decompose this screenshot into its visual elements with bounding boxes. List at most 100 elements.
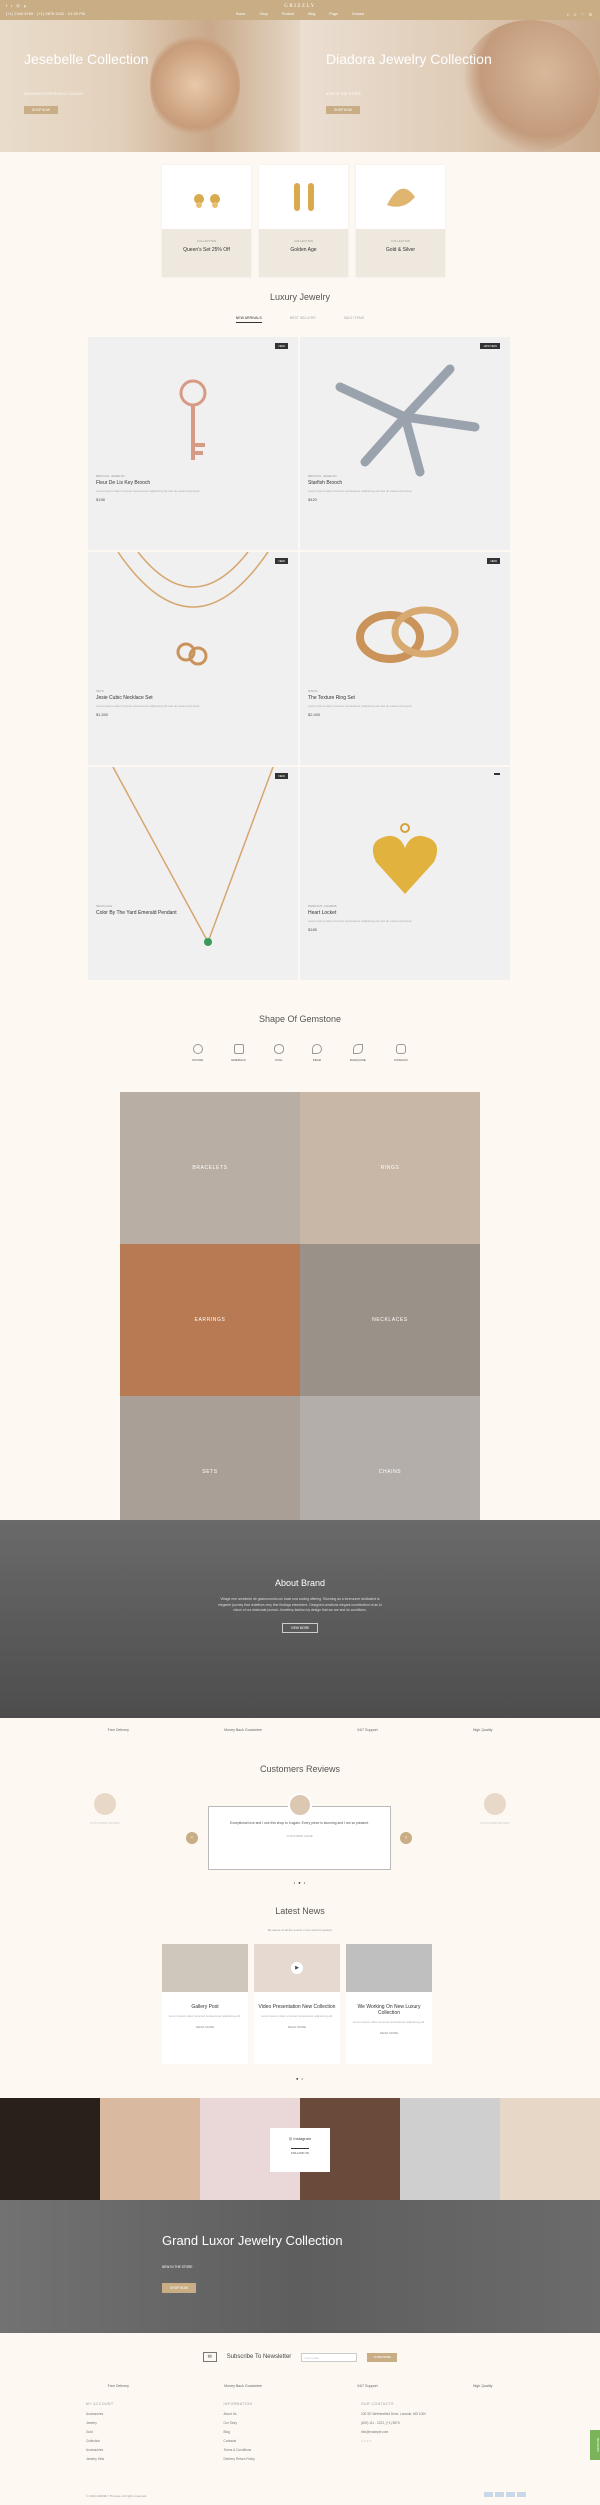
category-card[interactable]: COLLECTION Gold & Silver <box>356 165 445 277</box>
carousel-dots[interactable]: ● • <box>0 2076 600 2081</box>
product-tabs: NEW ARRIVALS BEST SELLERS SALE ITEMS <box>0 316 600 323</box>
tab-best-sellers[interactable]: BEST SELLERS <box>290 316 316 323</box>
category-title: Queen's Set 25% Off <box>183 247 230 253</box>
footer-link[interactable]: Accessories <box>86 2412 224 2416</box>
product-card[interactable]: NEW RINGS The Texture Ring Set Lorem ips… <box>300 552 510 765</box>
news-post[interactable]: ▶ Video Presentation New Collection Lore… <box>254 1944 340 2064</box>
footer-link[interactable]: Contacts <box>224 2439 362 2443</box>
product-card[interactable]: NEW NECKLACE Color By The Yard Emerald P… <box>88 767 298 980</box>
read-more-link[interactable]: READ MORE <box>162 2025 248 2029</box>
search-icon[interactable]: ⌕ <box>567 12 569 17</box>
shape-emerald[interactable]: EMERALD <box>231 1044 246 1062</box>
hero-shop-button[interactable]: SHOP NOW <box>24 106 58 114</box>
product-card[interactable]: -20% NEW BROOCH, JEWELRY Starfish Brooch… <box>300 337 510 550</box>
banner-shop-button[interactable]: SHOP NOW <box>162 2283 196 2293</box>
insta-photo[interactable] <box>500 2098 600 2200</box>
post-title[interactable]: Video Presentation New Collection <box>254 2004 340 2010</box>
product-price: $185 <box>308 927 317 932</box>
product-card[interactable]: NEW BROOCH, JEWELRY Fleur De Lis Key Bro… <box>88 337 298 550</box>
subscribe-button[interactable]: SUBSCRIBE <box>367 2352 398 2362</box>
news-post[interactable]: Gallery Post Lorem ipsum dolor sit amet … <box>162 1944 248 2064</box>
footer-link[interactable]: Delivery Return Policy <box>224 2457 362 2461</box>
category-title: Gold & Silver <box>385 247 416 253</box>
hero-shop-button[interactable]: SHOP NOW <box>326 106 360 114</box>
ring-image <box>356 165 445 229</box>
footer-link[interactable]: Terms & Conditions <box>224 2448 362 2452</box>
nav-home[interactable]: Home <box>236 12 246 16</box>
read-more-link[interactable]: READ MORE <box>254 2025 340 2029</box>
footer-link[interactable]: Gold <box>86 2430 224 2434</box>
hero-title: Jesebelle Collection <box>24 51 149 67</box>
category-card[interactable]: COLLECTION Queen's Set 25% Off <box>162 165 251 277</box>
insta-photo[interactable] <box>100 2098 200 2200</box>
model-image <box>460 20 600 152</box>
footer-link[interactable]: Jewelry <box>86 2421 224 2425</box>
prev-arrow-icon[interactable]: ‹ <box>186 1832 198 1844</box>
instagram-box[interactable]: ◎ Instagram FOLLOW US <box>270 2128 330 2172</box>
heart-icon[interactable]: ♡ <box>581 12 585 17</box>
shape-cushion[interactable]: CUSHION <box>394 1044 408 1062</box>
email-field[interactable]: Your email <box>301 2352 358 2362</box>
product-name[interactable]: Color By The Yard Emerald Pendant <box>96 910 290 916</box>
insta-photo[interactable] <box>400 2098 500 2200</box>
mosaic-tile[interactable]: EARRINGS <box>120 1244 300 1396</box>
products-title: Luxury Jewelry <box>269 292 331 302</box>
product-name[interactable]: Starfish Brooch <box>308 480 502 486</box>
category-card[interactable]: COLLECTION Golden Age <box>259 165 348 277</box>
category-cards: COLLECTION Queen's Set 25% Off COLLECTION… <box>162 165 445 277</box>
hero-subtitle: NEW IN THE STORE <box>326 92 362 96</box>
insta-photo[interactable] <box>0 2098 100 2200</box>
follow-link[interactable]: FOLLOW US <box>291 2148 309 2155</box>
mosaic-tile[interactable]: NECKLACES <box>300 1244 480 1396</box>
emerald-pendant-image <box>112 767 274 946</box>
product-name[interactable]: Fleur De Lis Key Brooch <box>96 480 290 486</box>
reviews-tab[interactable]: REVIEWS <box>590 2430 600 2460</box>
tab-new-arrivals[interactable]: NEW ARRIVALS <box>235 316 262 323</box>
nav-page[interactable]: Page <box>329 12 337 16</box>
footer-link[interactable]: About Us <box>224 2412 362 2416</box>
pinterest-icon[interactable]: ○ <box>369 2439 371 2443</box>
product-price: $2,400 <box>308 712 321 717</box>
user-icon[interactable]: ☺ <box>573 12 577 17</box>
product-name[interactable]: Jesie Cubic Necklace Set <box>96 695 290 701</box>
post-title[interactable]: We Working On New Luxury Collection <box>346 2004 432 2016</box>
product-card[interactable]: NEW SETS Jesie Cubic Necklace Set Lorem … <box>88 552 298 765</box>
next-arrow-icon[interactable]: › <box>400 1832 412 1844</box>
news-post[interactable]: We Working On New Luxury Collection Lore… <box>346 1944 432 2064</box>
footer-link[interactable]: Our Story <box>224 2421 362 2425</box>
product-name[interactable]: The Texture Ring Set <box>308 695 502 701</box>
shape-pear[interactable]: PEAR <box>311 1044 322 1062</box>
carousel-dots[interactable]: • ● • <box>0 1880 600 1885</box>
feature-item: High Quality <box>472 1728 493 1732</box>
hero-right[interactable]: Diadora Jewelry Collection NEW IN THE ST… <box>300 20 600 152</box>
play-icon[interactable]: ▶ <box>291 1962 303 1974</box>
feature-item: Money Back Guarantee <box>224 2384 262 2388</box>
shape-oval[interactable]: OVAL <box>273 1044 284 1062</box>
nav-product[interactable]: Product <box>282 12 294 16</box>
product-name[interactable]: Heart Locket <box>308 910 502 916</box>
cart-icon[interactable]: ⊡ <box>589 12 592 17</box>
product-card[interactable]: PENDANT, CHARMS Heart Locket Lorem ipsum… <box>300 767 510 980</box>
footer-link[interactable]: Blog <box>224 2430 362 2434</box>
nav-contact[interactable]: Contact <box>352 12 364 16</box>
avatar <box>94 1793 116 1815</box>
shape-marquise[interactable]: MARQUISE <box>350 1044 366 1062</box>
shape-round[interactable]: ROUND <box>192 1044 203 1062</box>
tab-sale-items[interactable]: SALE ITEMS <box>344 316 365 323</box>
view-more-button[interactable]: VIEW MORE <box>281 1622 319 1633</box>
footer-link[interactable]: Jewelry Sets <box>86 2457 224 2461</box>
footer-link[interactable]: Accessories <box>86 2448 224 2452</box>
post-title[interactable]: Gallery Post <box>162 2004 248 2010</box>
footer-social-icons: ○ ○ ○ ○ <box>361 2439 526 2443</box>
nav-blog[interactable]: Blog <box>308 12 315 16</box>
hero-left[interactable]: Jesebelle Collection DESIGNED EXPERIENCE… <box>0 20 300 152</box>
footer-link[interactable]: Collection <box>86 2439 224 2443</box>
nav-shop[interactable]: Shop <box>259 12 267 16</box>
banner-title: Grand Luxor Jewelry Collection <box>162 2233 343 2248</box>
mosaic-tile[interactable]: BRACELETS <box>120 1092 300 1244</box>
footer-email[interactable]: info@example.com <box>361 2430 526 2434</box>
site-logo[interactable]: GRIZZLY <box>0 4 600 9</box>
product-desc: Lorem ipsum dolor sit amet consectetur a… <box>308 919 413 923</box>
mosaic-tile[interactable]: RINGS <box>300 1092 480 1244</box>
read-more-link[interactable]: READ MORE <box>346 2031 432 2035</box>
